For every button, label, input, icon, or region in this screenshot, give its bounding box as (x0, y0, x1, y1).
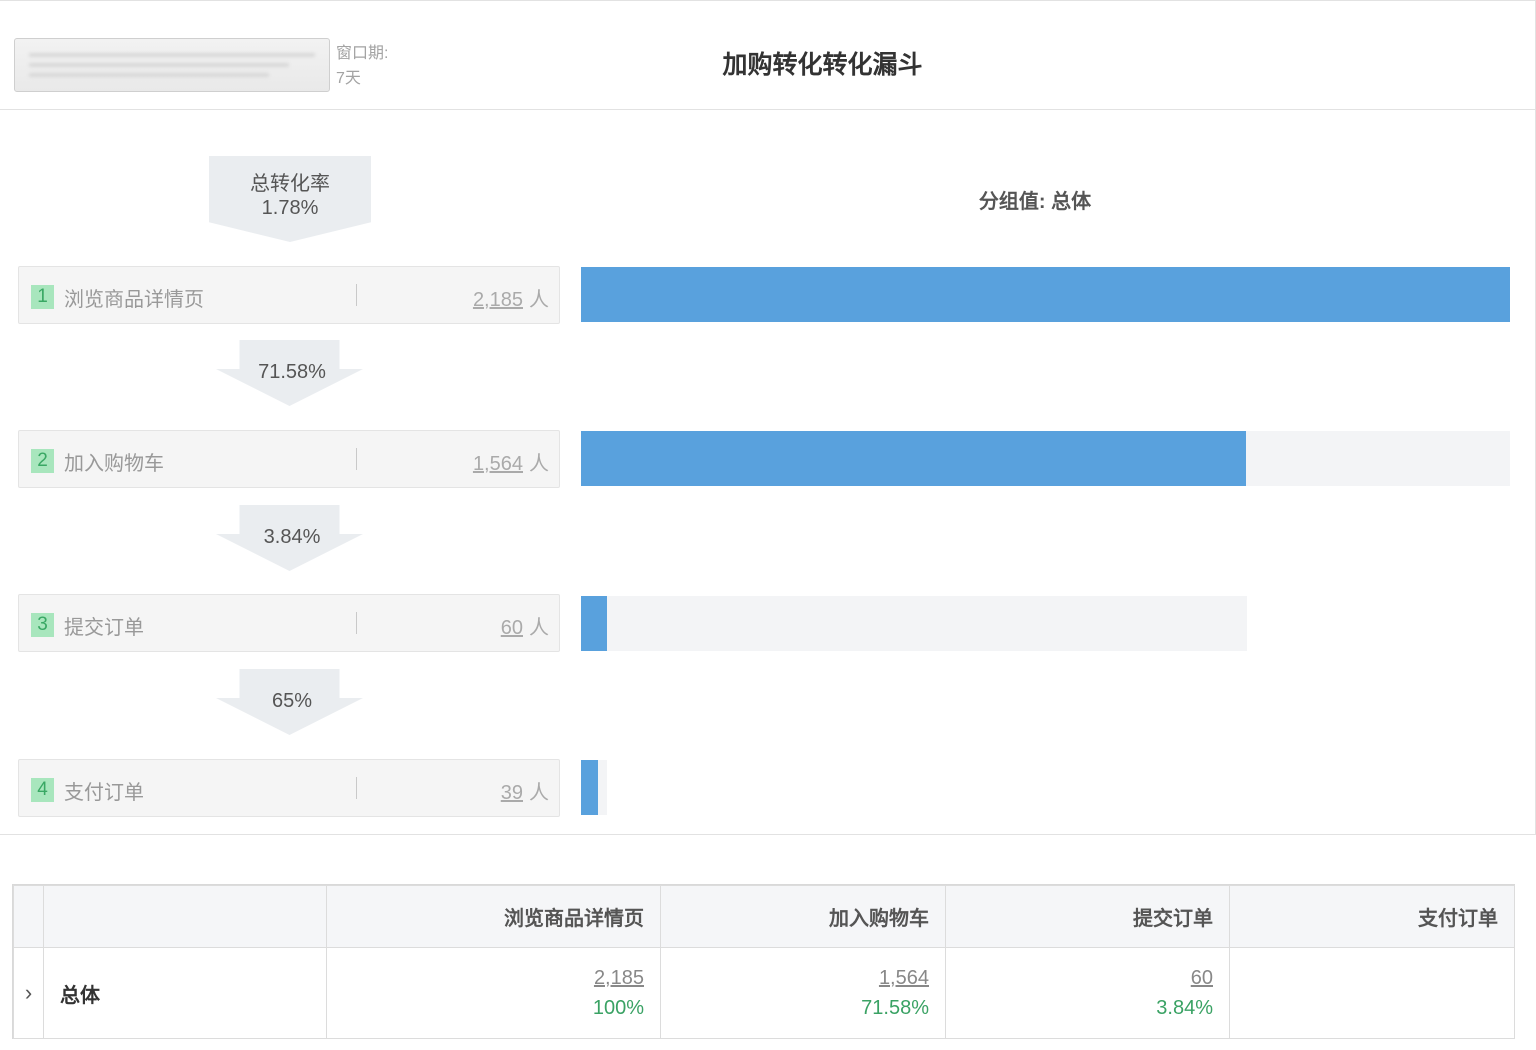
data-table: 浏览商品详情页 加入购物车 提交订单 支付订单 › 总体 2,185 100% … (13, 885, 1515, 1039)
funnel-table: 浏览商品详情页 加入购物车 提交订单 支付订单 › 总体 2,185 100% … (12, 884, 1515, 1039)
divider (356, 448, 357, 470)
step-count-unit: 人 (529, 617, 549, 639)
cell-count-link[interactable]: 1,564 (661, 963, 929, 993)
selector-blurred-text (29, 73, 269, 77)
cell-count-link[interactable]: 2,185 (327, 963, 644, 993)
step-count: 2,185 人 (473, 283, 549, 312)
table-header-group (43, 885, 327, 948)
step-name: 加入购物车 (64, 453, 164, 475)
expand-row-icon[interactable]: › (13, 947, 44, 1039)
funnel-bar[interactable] (581, 267, 1510, 322)
table-cell (1229, 947, 1515, 1039)
window-period-value: 7天 (336, 70, 361, 87)
table-cell: 2,185 100% (326, 947, 661, 1039)
table-row: › 总体 2,185 100% 1,564 71.58% 60 3.84% (13, 947, 1515, 1039)
funnel-step[interactable]: 4 支付订单 39 人 (18, 759, 560, 817)
step-count-link[interactable]: 1,564 (473, 453, 523, 475)
step-count-unit: 人 (529, 782, 549, 804)
step-count-unit: 人 (529, 289, 549, 311)
page-title: 加购转化转化漏斗 (722, 51, 923, 79)
table-header-step[interactable]: 支付订单 (1229, 885, 1515, 948)
step-count: 60 人 (501, 611, 549, 640)
conversion-rate: 71.58% (258, 361, 326, 383)
step-index-badge: 4 (31, 778, 54, 802)
cell-percent: 3.84% (1156, 997, 1213, 1019)
cell-percent: 71.58% (861, 997, 929, 1019)
step-count-link[interactable]: 2,185 (473, 289, 523, 311)
step-index-badge: 3 (31, 613, 54, 637)
cell-percent: 100% (592, 997, 644, 1019)
cell-count-link[interactable]: 60 (946, 963, 1213, 993)
table-header-step[interactable]: 提交订单 (945, 885, 1230, 948)
table-header-step[interactable]: 浏览商品详情页 (326, 885, 661, 948)
funnel-bar[interactable] (581, 431, 1246, 486)
funnel-bar[interactable] (581, 760, 598, 815)
table-header-step[interactable]: 加入购物车 (660, 885, 946, 948)
table-header-row: 浏览商品详情页 加入购物车 提交订单 支付订单 (13, 885, 1515, 948)
event-selector[interactable] (14, 38, 330, 92)
divider (356, 284, 357, 306)
total-conversion-rate: 1.78% (261, 197, 319, 219)
window-period: 窗口期: 7天 (336, 41, 388, 91)
step-count: 39 人 (501, 776, 549, 805)
funnel-step[interactable]: 1 浏览商品详情页 2,185 人 (18, 266, 560, 324)
table-header-expander (13, 885, 44, 948)
funnel-step[interactable]: 2 加入购物车 1,564 人 (18, 430, 560, 488)
selector-blurred-text (29, 63, 289, 67)
bar-track (581, 596, 1247, 651)
total-conversion-label: 总转化率 (250, 173, 330, 195)
table-cell: 60 3.84% (945, 947, 1230, 1039)
table-cell: 1,564 71.58% (660, 947, 946, 1039)
step-name: 提交订单 (64, 617, 144, 639)
funnel-bar[interactable] (581, 596, 607, 651)
group-value-label: 分组值: 总体 (978, 191, 1092, 213)
divider (356, 612, 357, 634)
step-count-link[interactable]: 60 (501, 617, 523, 639)
step-index-badge: 2 (31, 449, 54, 473)
step-name: 支付订单 (64, 782, 144, 804)
funnel-step[interactable]: 3 提交订单 60 人 (18, 594, 560, 652)
step-name: 浏览商品详情页 (64, 289, 204, 311)
step-count: 1,564 人 (473, 447, 549, 476)
divider (356, 777, 357, 799)
total-conversion: 总转化率 1.78% (209, 172, 371, 220)
step-index-badge: 1 (31, 285, 54, 309)
conversion-rate: 3.84% (263, 526, 321, 548)
selector-blurred-text (29, 53, 315, 57)
header-bar: 窗口期: 7天 加购转化转化漏斗 (0, 0, 1536, 110)
step-count-link[interactable]: 39 (501, 782, 523, 804)
row-label: 总体 (43, 947, 327, 1039)
conversion-rate: 65% (271, 690, 313, 712)
step-count-unit: 人 (529, 453, 549, 475)
window-period-label: 窗口期: (336, 45, 389, 62)
